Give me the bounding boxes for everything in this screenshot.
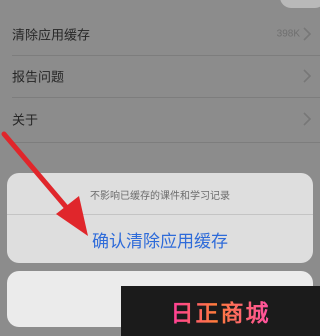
red-arrow-icon xyxy=(1,131,88,236)
